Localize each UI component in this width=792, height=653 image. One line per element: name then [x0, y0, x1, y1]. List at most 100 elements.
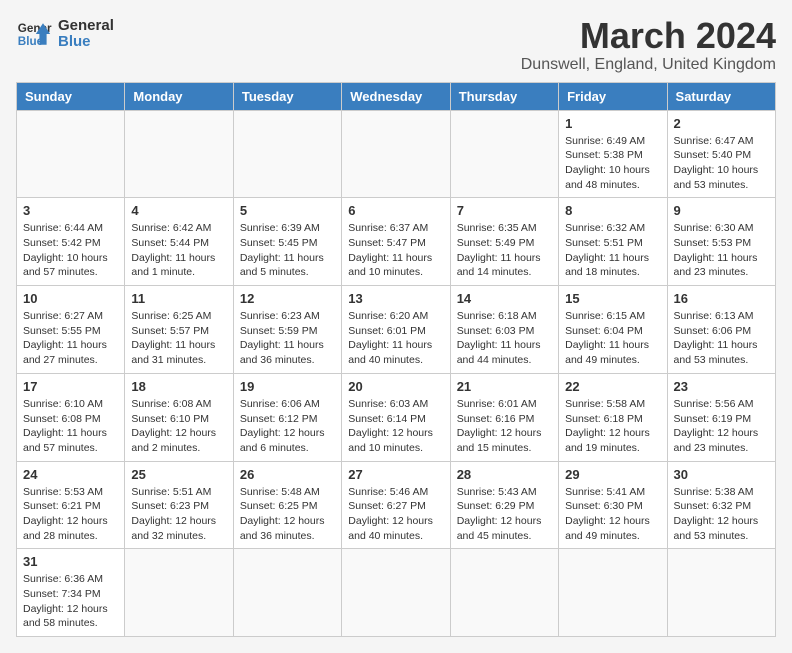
calendar-cell	[667, 549, 775, 637]
calendar-cell: 25Sunrise: 5:51 AM Sunset: 6:23 PM Dayli…	[125, 461, 233, 549]
day-info: Sunrise: 6:08 AM Sunset: 6:10 PM Dayligh…	[131, 397, 226, 456]
calendar-cell: 5Sunrise: 6:39 AM Sunset: 5:45 PM Daylig…	[233, 198, 341, 286]
day-number: 7	[457, 203, 552, 218]
calendar-cell: 24 Sunrise: 5:53 AM Sunset: 6:21 PM Dayli…	[17, 461, 125, 549]
day-number: 9	[674, 203, 769, 218]
day-number: 24	[23, 467, 118, 482]
day-info: Sunrise: 6:42 AM Sunset: 5:44 PM Dayligh…	[131, 221, 226, 280]
day-info: Sunrise: 6:10 AM Sunset: 6:08 PM Dayligh…	[23, 397, 118, 456]
day-info: Sunrise: 5:56 AM Sunset: 6:19 PM Dayligh…	[674, 397, 769, 456]
day-info: Sunrise: 6:18 AM Sunset: 6:03 PM Dayligh…	[457, 309, 552, 368]
calendar-cell: 17 Sunrise: 6:10 AM Sunset: 6:08 PM Dayli…	[17, 373, 125, 461]
day-number: 10	[23, 291, 118, 306]
day-info: Sunrise: 6:32 AM Sunset: 5:51 PM Dayligh…	[565, 221, 660, 280]
calendar-cell: 30Sunrise: 5:38 AM Sunset: 6:32 PM Dayli…	[667, 461, 775, 549]
calendar-cell	[125, 549, 233, 637]
day-info: Sunrise: 6:13 AM Sunset: 6:06 PM Dayligh…	[674, 309, 769, 368]
calendar-cell	[559, 549, 667, 637]
calendar-header-row: Sunday Monday Tuesday Wednesday Thursday…	[17, 82, 776, 110]
day-info: Sunrise: 6:39 AM Sunset: 5:45 PM Dayligh…	[240, 221, 335, 280]
calendar-week-5: 24 Sunrise: 5:53 AM Sunset: 6:21 PM Dayli…	[17, 461, 776, 549]
day-number: 29	[565, 467, 660, 482]
calendar-cell	[17, 110, 125, 198]
calendar-cell	[342, 549, 450, 637]
day-number: 3	[23, 203, 118, 218]
header-monday: Monday	[125, 82, 233, 110]
day-number: 11	[131, 291, 226, 306]
calendar-cell	[342, 110, 450, 198]
day-number: 28	[457, 467, 552, 482]
calendar-table: Sunday Monday Tuesday Wednesday Thursday…	[16, 82, 776, 638]
day-info: Sunrise: 6:06 AM Sunset: 6:12 PM Dayligh…	[240, 397, 335, 456]
header-friday: Friday	[559, 82, 667, 110]
calendar-cell	[450, 110, 558, 198]
day-info: Sunrise: 5:41 AM Sunset: 6:30 PM Dayligh…	[565, 485, 660, 544]
calendar-cell: 3 Sunrise: 6:44 AM Sunset: 5:42 PM Daylig…	[17, 198, 125, 286]
location-title: Dunswell, England, United Kingdom	[521, 56, 776, 74]
day-number: 21	[457, 379, 552, 394]
logo-general: General	[58, 18, 114, 35]
calendar-cell: 15Sunrise: 6:15 AM Sunset: 6:04 PM Dayli…	[559, 286, 667, 374]
calendar-cell: 11 Sunrise: 6:25 AM Sunset: 5:57 PM Dayli…	[125, 286, 233, 374]
month-title: March 2024	[521, 16, 776, 56]
day-info: Sunrise: 6:25 AM Sunset: 5:57 PM Dayligh…	[131, 309, 226, 368]
calendar-cell: 1Sunrise: 6:49 AM Sunset: 5:38 PM Daylig…	[559, 110, 667, 198]
day-info: Sunrise: 6:20 AM Sunset: 6:01 PM Dayligh…	[348, 309, 443, 368]
calendar-cell: 18 Sunrise: 6:08 AM Sunset: 6:10 PM Dayli…	[125, 373, 233, 461]
calendar-cell: 9Sunrise: 6:30 AM Sunset: 5:53 PM Daylig…	[667, 198, 775, 286]
title-section: March 2024 Dunswell, England, United Kin…	[521, 16, 776, 74]
calendar-week-1: 1Sunrise: 6:49 AM Sunset: 5:38 PM Daylig…	[17, 110, 776, 198]
calendar-week-3: 10 Sunrise: 6:27 AM Sunset: 5:55 PM Dayli…	[17, 286, 776, 374]
header-saturday: Saturday	[667, 82, 775, 110]
day-info: Sunrise: 5:46 AM Sunset: 6:27 PM Dayligh…	[348, 485, 443, 544]
day-info: Sunrise: 6:37 AM Sunset: 5:47 PM Dayligh…	[348, 221, 443, 280]
day-number: 19	[240, 379, 335, 394]
day-number: 17	[23, 379, 118, 394]
calendar-cell: 23 Sunrise: 5:56 AM Sunset: 6:19 PM Dayli…	[667, 373, 775, 461]
day-info: Sunrise: 6:44 AM Sunset: 5:42 PM Dayligh…	[23, 221, 118, 280]
day-number: 14	[457, 291, 552, 306]
calendar-cell: 13 Sunrise: 6:20 AM Sunset: 6:01 PM Dayli…	[342, 286, 450, 374]
day-info: Sunrise: 5:43 AM Sunset: 6:29 PM Dayligh…	[457, 485, 552, 544]
calendar-week-4: 17 Sunrise: 6:10 AM Sunset: 6:08 PM Dayli…	[17, 373, 776, 461]
calendar-cell	[450, 549, 558, 637]
calendar-cell: 20 Sunrise: 6:03 AM Sunset: 6:14 PM Dayli…	[342, 373, 450, 461]
calendar-cell	[125, 110, 233, 198]
day-info: Sunrise: 6:23 AM Sunset: 5:59 PM Dayligh…	[240, 309, 335, 368]
calendar-cell: 27Sunrise: 5:46 AM Sunset: 6:27 PM Dayli…	[342, 461, 450, 549]
day-number: 23	[674, 379, 769, 394]
calendar-cell	[233, 110, 341, 198]
calendar-cell: 31 Sunrise: 6:36 AM Sunset: 7:34 PM Dayli…	[17, 549, 125, 637]
calendar-cell: 8Sunrise: 6:32 AM Sunset: 5:51 PM Daylig…	[559, 198, 667, 286]
day-number: 1	[565, 116, 660, 131]
day-number: 26	[240, 467, 335, 482]
day-info: Sunrise: 5:53 AM Sunset: 6:21 PM Dayligh…	[23, 485, 118, 544]
calendar-cell: 10 Sunrise: 6:27 AM Sunset: 5:55 PM Dayli…	[17, 286, 125, 374]
calendar-week-2: 3 Sunrise: 6:44 AM Sunset: 5:42 PM Daylig…	[17, 198, 776, 286]
day-number: 18	[131, 379, 226, 394]
day-info: Sunrise: 6:01 AM Sunset: 6:16 PM Dayligh…	[457, 397, 552, 456]
day-info: Sunrise: 5:48 AM Sunset: 6:25 PM Dayligh…	[240, 485, 335, 544]
calendar-cell	[233, 549, 341, 637]
day-info: Sunrise: 6:03 AM Sunset: 6:14 PM Dayligh…	[348, 397, 443, 456]
day-info: Sunrise: 5:38 AM Sunset: 6:32 PM Dayligh…	[674, 485, 769, 544]
day-number: 4	[131, 203, 226, 218]
calendar-cell: 14 Sunrise: 6:18 AM Sunset: 6:03 PM Dayli…	[450, 286, 558, 374]
day-info: Sunrise: 6:47 AM Sunset: 5:40 PM Dayligh…	[674, 134, 769, 193]
day-number: 13	[348, 291, 443, 306]
day-info: Sunrise: 6:36 AM Sunset: 7:34 PM Dayligh…	[23, 572, 118, 631]
logo-icon: General Blue	[16, 16, 52, 52]
header-wednesday: Wednesday	[342, 82, 450, 110]
day-number: 20	[348, 379, 443, 394]
calendar-cell: 7Sunrise: 6:35 AM Sunset: 5:49 PM Daylig…	[450, 198, 558, 286]
calendar-cell: 29 Sunrise: 5:41 AM Sunset: 6:30 PM Dayli…	[559, 461, 667, 549]
day-number: 15	[565, 291, 660, 306]
day-number: 16	[674, 291, 769, 306]
logo-blue: Blue	[58, 34, 114, 51]
calendar-cell: 12Sunrise: 6:23 AM Sunset: 5:59 PM Dayli…	[233, 286, 341, 374]
calendar-cell: 22Sunrise: 5:58 AM Sunset: 6:18 PM Dayli…	[559, 373, 667, 461]
calendar-cell: 16 Sunrise: 6:13 AM Sunset: 6:06 PM Dayli…	[667, 286, 775, 374]
day-number: 31	[23, 554, 118, 569]
calendar-cell: 19 Sunrise: 6:06 AM Sunset: 6:12 PM Dayli…	[233, 373, 341, 461]
day-info: Sunrise: 6:27 AM Sunset: 5:55 PM Dayligh…	[23, 309, 118, 368]
